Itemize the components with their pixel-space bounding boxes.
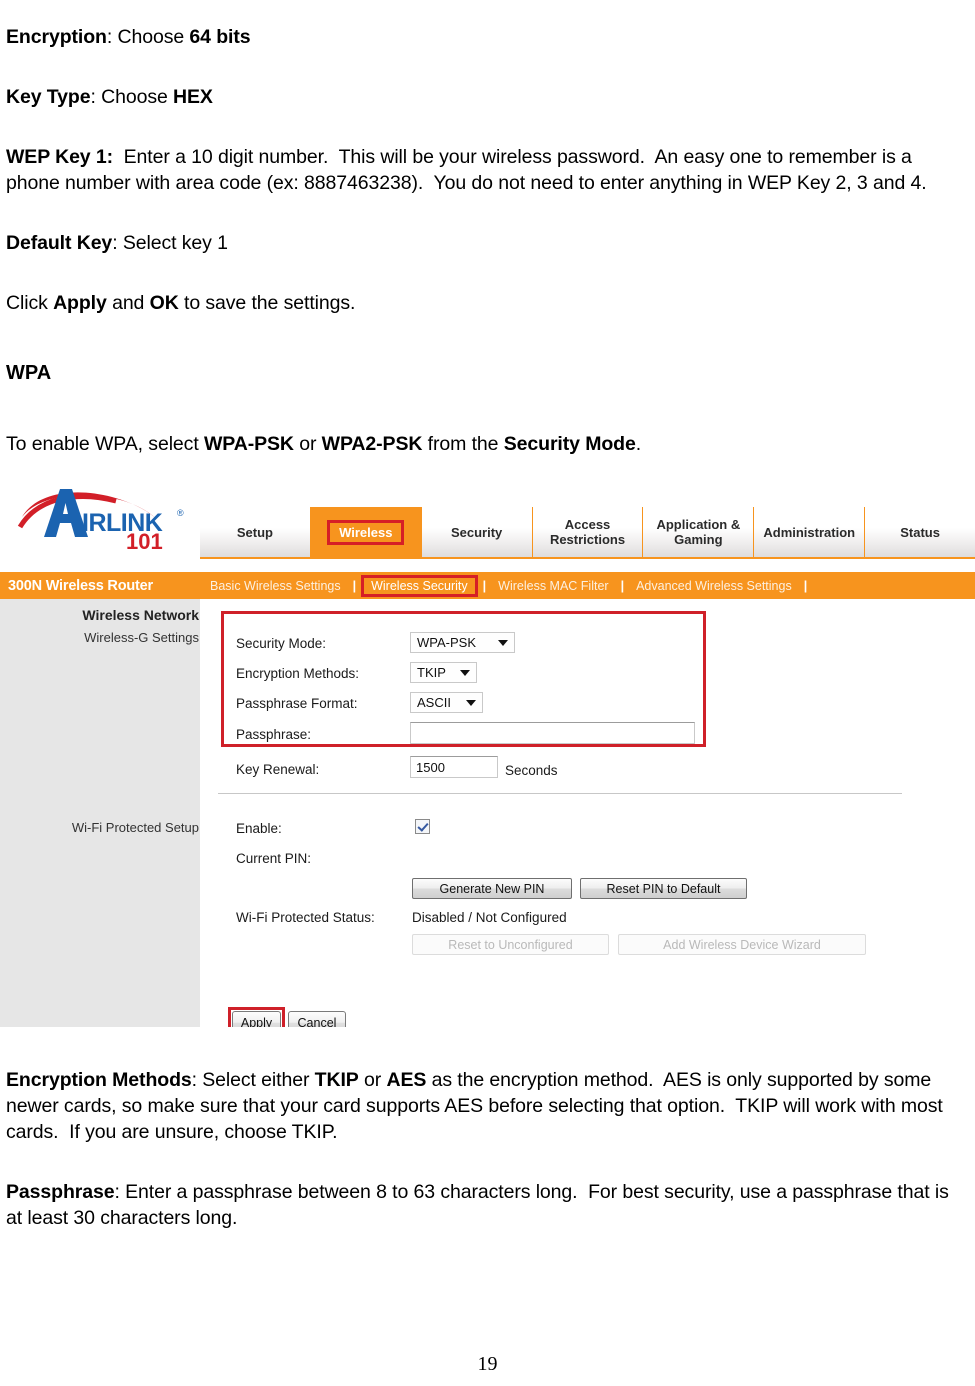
- value-wifi-protected-status: Disabled / Not Configured: [412, 910, 567, 925]
- tab-wireless[interactable]: Wireless: [310, 507, 422, 557]
- subnav-separator-3: |: [620, 578, 625, 593]
- subnav-separator-4: |: [803, 578, 808, 593]
- product-name: 300N Wireless Router: [8, 577, 153, 594]
- paragraph-click-apply: Click Apply and OK to save the settings.: [6, 292, 356, 314]
- tab-administration[interactable]: Administration: [754, 507, 866, 557]
- reset-pin-to-default-button[interactable]: Reset PIN to Default: [580, 878, 747, 899]
- cancel-button-label: Cancel: [297, 1015, 337, 1028]
- paragraph-passphrase-desc: Passphrase: Enter a passphrase between 8…: [6, 1181, 949, 1229]
- top-spacer: [6, 0, 969, 24]
- gap-7: [6, 457, 969, 479]
- reset-to-unconfigured-button: Reset to Unconfigured: [412, 934, 609, 955]
- sidebar-item-wifi-protected-setup: Wi-Fi Protected Setup: [71, 820, 199, 835]
- main-tab-bar[interactable]: Setup Wireless Security Access Restricti…: [200, 507, 975, 559]
- tab-application-gaming[interactable]: Application & Gaming: [643, 507, 755, 557]
- input-passphrase[interactable]: [410, 722, 695, 744]
- paragraph-encryption-methods: Encryption Methods: Select either TKIP o…: [6, 1069, 943, 1143]
- select-passphrase-format-value: ASCII: [417, 695, 451, 710]
- airlink-logo: IRLINK ® 101: [8, 481, 198, 554]
- generate-new-pin-button[interactable]: Generate New PIN: [412, 878, 572, 899]
- reset-to-unconfigured-button-label: Reset to Unconfigured: [448, 937, 573, 952]
- paragraph-key-type: Key Type: Choose HEX: [6, 86, 213, 108]
- router-body: Wireless Network Wireless-G Settings Wi-…: [0, 599, 975, 1027]
- reset-pin-to-default-button-label: Reset PIN to Default: [606, 881, 721, 896]
- label-security-mode: Security Mode:: [236, 636, 327, 651]
- router-content-pane: Security Mode: WPA-PSK Encryption Method…: [200, 599, 975, 1027]
- label-current-pin: Current PIN:: [236, 851, 312, 866]
- label-encryption-methods: Encryption Methods:: [236, 666, 360, 681]
- paragraph-wep-key-1: WEP Key 1: Enter a 10 digit number. This…: [6, 146, 927, 194]
- select-security-mode[interactable]: WPA-PSK: [410, 632, 515, 653]
- chevron-down-icon: [466, 699, 476, 706]
- page-number: 19: [477, 1353, 498, 1375]
- router-admin-screenshot: IRLINK ® 101 Setup Wireless Security Acc…: [0, 479, 975, 1027]
- subnav-wireless-mac-filter[interactable]: Wireless MAC Filter: [488, 579, 618, 593]
- label-wps-enable: Enable:: [236, 821, 282, 836]
- checkbox-wps-enable[interactable]: [415, 819, 430, 834]
- add-wireless-device-wizard-button: Add Wireless Device Wizard: [618, 934, 866, 955]
- chevron-down-icon: [460, 669, 470, 676]
- chevron-down-icon: [498, 639, 508, 646]
- generate-new-pin-button-label: Generate New PIN: [439, 881, 545, 896]
- apply-button[interactable]: Apply: [232, 1011, 281, 1027]
- gap-1: [6, 50, 969, 84]
- add-wireless-device-wizard-button-label: Add Wireless Device Wizard: [663, 937, 821, 952]
- router-sidebar: Wireless Network Wireless-G Settings Wi-…: [0, 599, 200, 1027]
- paragraph-wpa-intro: To enable WPA, select WPA-PSK or WPA2-PS…: [6, 433, 642, 455]
- sidebar-item-wireless-g-settings: Wireless-G Settings: [84, 630, 199, 645]
- gap-9: [6, 1145, 969, 1179]
- label-key-renewal: Key Renewal:: [236, 762, 320, 777]
- gap-8: [6, 1027, 969, 1067]
- cancel-button[interactable]: Cancel: [288, 1011, 346, 1027]
- tab-setup[interactable]: Setup: [200, 507, 311, 557]
- gap-5: [6, 316, 969, 362]
- gap-3: [6, 196, 969, 230]
- router-header: IRLINK ® 101 Setup Wireless Security Acc…: [0, 479, 975, 572]
- subnav-list[interactable]: Basic Wireless Settings | Wireless Secur…: [200, 572, 809, 599]
- apply-button-label: Apply: [240, 1015, 273, 1028]
- gap-2: [6, 110, 969, 144]
- select-encryption-methods[interactable]: TKIP: [410, 662, 477, 683]
- select-passphrase-format[interactable]: ASCII: [410, 692, 483, 713]
- tab-access-restrictions[interactable]: Access Restrictions: [533, 507, 644, 557]
- svg-text:®: ®: [177, 508, 184, 518]
- heading-wpa: WPA: [6, 362, 52, 384]
- paragraph-default-key: Default Key: Select key 1: [6, 232, 228, 254]
- label-key-renewal-unit: Seconds: [505, 763, 558, 778]
- input-key-renewal-value: 1500: [416, 759, 445, 775]
- manual-page: Encryption: Choose 64 bits Key Type: Cho…: [0, 0, 975, 1386]
- select-encryption-methods-value: TKIP: [417, 665, 446, 680]
- subnav-separator-1: |: [352, 578, 357, 593]
- svg-text:101: 101: [126, 529, 163, 551]
- sidebar-heading-wireless-network: Wireless Network: [82, 607, 199, 623]
- input-key-renewal[interactable]: 1500: [410, 756, 498, 778]
- subnav-advanced-wireless-settings[interactable]: Advanced Wireless Settings: [626, 579, 802, 593]
- airlink-logo-svg: IRLINK ® 101: [17, 489, 184, 554]
- label-passphrase-format: Passphrase Format:: [236, 696, 358, 711]
- subnav-wireless-security[interactable]: Wireless Security: [361, 574, 478, 597]
- label-passphrase: Passphrase:: [236, 727, 312, 742]
- tab-security[interactable]: Security: [422, 507, 533, 557]
- select-security-mode-value: WPA-PSK: [417, 635, 476, 650]
- gap-4: [6, 256, 969, 290]
- section-divider: [218, 793, 902, 794]
- label-wifi-protected-status: Wi-Fi Protected Status:: [236, 910, 375, 925]
- router-subnav-bar: 300N Wireless Router Basic Wireless Sett…: [0, 572, 975, 599]
- paragraph-encryption: Encryption: Choose 64 bits: [6, 26, 251, 48]
- subnav-separator-2: |: [482, 578, 487, 593]
- subnav-basic-wireless-settings[interactable]: Basic Wireless Settings: [200, 579, 351, 593]
- gap-6: [6, 385, 969, 431]
- tab-status[interactable]: Status: [865, 507, 975, 557]
